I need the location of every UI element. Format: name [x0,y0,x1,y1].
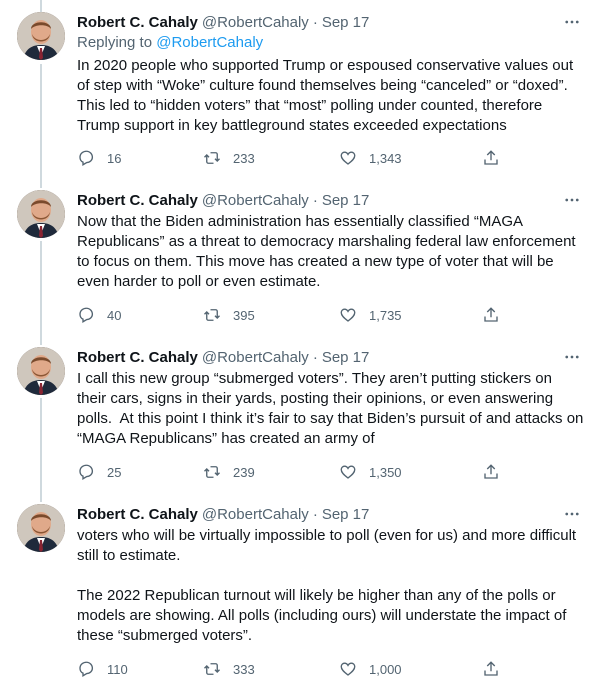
retweet-count: 395 [233,307,255,323]
tweet-header: Robert C. Cahaly @RobertCahaly · Sep 17 [77,347,369,367]
tweet-actions: 40 395 1,735 [77,305,507,325]
author-handle[interactable]: @RobertCahaly [202,506,309,523]
more-icon[interactable] [560,504,584,524]
reply-count: 25 [107,464,122,480]
reply-icon [79,307,94,323]
like-button[interactable]: 1,343 [339,148,402,168]
author-name[interactable]: Robert C. Cahaly [77,506,198,523]
heart-icon [340,662,356,676]
retweet-button[interactable]: 239 [203,462,255,482]
more-icon[interactable] [560,190,584,210]
separator: · [312,13,318,31]
like-count: 1,735 [369,307,402,323]
thread-line [40,398,42,502]
avatar-image [17,190,65,238]
share-icon [484,661,498,676]
avatar-image [17,347,65,395]
like-count: 1,343 [369,150,402,166]
tweet-text: I call this new group “submerged voters”… [77,369,585,449]
tweet-text-content: Now that the Biden administration has es… [77,213,580,290]
heart-icon [340,465,356,479]
avatar[interactable] [17,12,65,60]
share-button[interactable] [482,659,500,679]
retweet-button[interactable]: 395 [203,305,255,325]
like-button[interactable]: 1,000 [339,659,402,679]
avatar[interactable] [17,190,65,238]
tweet-actions: 25 239 1,350 [77,462,507,482]
reply-count: 110 [107,661,128,677]
reply-button[interactable]: 25 [77,462,121,482]
tweet-header: Robert C. Cahaly @RobertCahaly · Sep 17 [77,190,369,210]
tweet-text: voters who will be virtually impossible … [77,526,585,646]
heart-icon [340,308,356,322]
share-button[interactable] [482,462,500,482]
retweet-count: 239 [233,464,255,480]
avatar[interactable] [17,504,65,552]
replying-to-handle[interactable]: @RobertCahaly [156,34,263,51]
separator: · [312,191,318,209]
author-name[interactable]: Robert C. Cahaly [77,14,198,31]
reply-button[interactable]: 16 [77,148,121,168]
reply-button[interactable]: 110 [77,659,128,679]
reply-button[interactable]: 40 [77,305,121,325]
reply-icon [79,150,94,166]
tweet-date[interactable]: Sep 17 [322,14,370,31]
author-name[interactable]: Robert C. Cahaly [77,349,198,366]
more-icon[interactable] [560,347,584,367]
retweet-count: 333 [233,661,255,677]
like-count: 1,000 [369,661,402,677]
tweet-date[interactable]: Sep 17 [322,506,370,523]
reply-count: 16 [107,150,122,166]
share-icon [484,150,498,165]
avatar[interactable] [17,347,65,395]
reply-icon [79,464,94,480]
like-button[interactable]: 1,350 [339,462,402,482]
like-button[interactable]: 1,735 [339,305,402,325]
retweet-icon [204,663,220,675]
retweet-icon [204,152,220,164]
tweet-date[interactable]: Sep 17 [322,349,370,366]
reply-count: 40 [107,307,122,323]
retweet-icon [204,309,220,321]
share-icon [484,307,498,322]
separator: · [312,348,318,366]
tweet-text: Now that the Biden administration has es… [77,212,585,292]
replying-to: Replying to @RobertCahaly [77,34,263,51]
author-handle[interactable]: @RobertCahaly [202,192,309,209]
retweet-button[interactable]: 333 [203,659,255,679]
tweet-date[interactable]: Sep 17 [322,192,370,209]
avatar-image [17,504,65,552]
retweet-icon [204,466,220,478]
heart-icon [340,151,356,165]
replying-to-label: Replying to [77,34,153,51]
reply-icon [79,661,94,677]
share-icon [484,464,498,479]
like-count: 1,350 [369,464,402,480]
avatar-image [17,12,65,60]
tweet-header: Robert C. Cahaly @RobertCahaly · Sep 17 [77,504,369,524]
share-button[interactable] [482,305,500,325]
retweet-button[interactable]: 233 [203,148,255,168]
thread-line [40,241,42,345]
author-name[interactable]: Robert C. Cahaly [77,192,198,209]
tweet-header: Robert C. Cahaly @RobertCahaly · Sep 17 [77,12,369,32]
tweet-text-content: voters who will be virtually impossible … [77,527,577,644]
author-handle[interactable]: @RobertCahaly [202,14,309,31]
tweet-text-content: In 2020 people who supported Trump or es… [77,57,578,134]
tweet-text-content: I call this new group “submerged voters”… [77,370,588,447]
tweet-text: In 2020 people who supported Trump or es… [77,56,585,136]
thread-line [40,0,42,12]
share-button[interactable] [482,148,500,168]
tweet-actions: 16 233 1,343 [77,148,507,168]
separator: · [312,505,318,523]
thread-line [40,64,42,188]
retweet-count: 233 [233,150,255,166]
tweet-actions: 110 333 1,000 [77,659,507,679]
more-icon[interactable] [560,12,584,32]
author-handle[interactable]: @RobertCahaly [202,349,309,366]
